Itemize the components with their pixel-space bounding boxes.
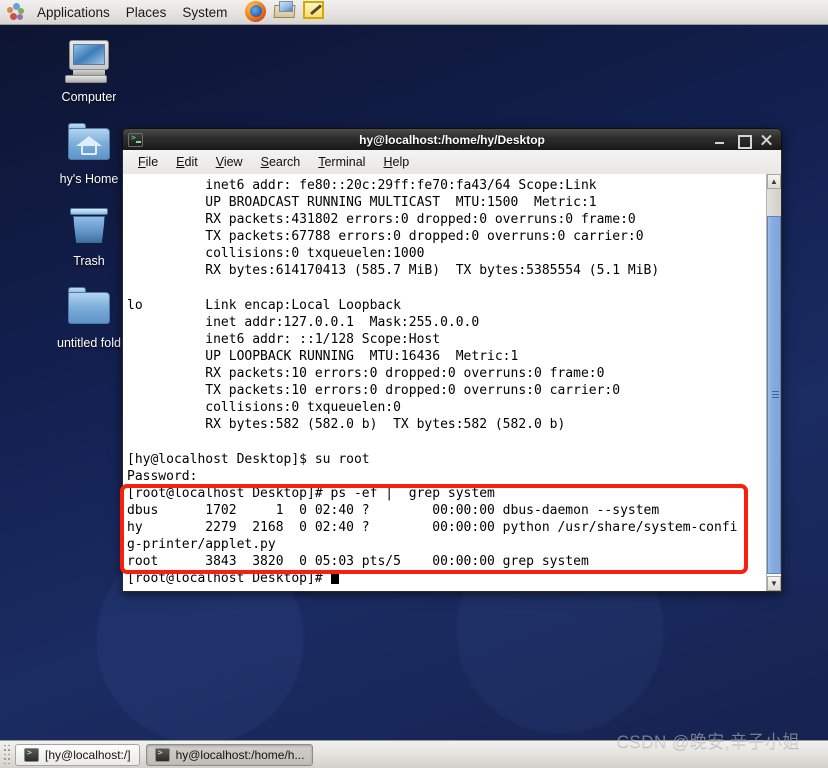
firefox-icon[interactable] — [245, 1, 267, 23]
home-folder-icon — [63, 122, 115, 168]
terminal-output[interactable]: inet6 addr: fe80::20c:29ff:fe70:fa43/64 … — [123, 174, 766, 591]
menu-places[interactable]: Places — [119, 3, 174, 22]
menu-file[interactable]: File — [129, 153, 167, 171]
terminal-titlebar[interactable]: hy@localhost:/home/hy/Desktop — [122, 128, 782, 150]
taskbar-item-label: hy@localhost:/home/h... — [175, 747, 305, 762]
menu-help[interactable]: Help — [374, 153, 418, 171]
terminal-scrollback: inet6 addr: fe80::20c:29ff:fe70:fa43/64 … — [127, 178, 738, 570]
terminal-prompt: [root@localhost Desktop]# — [127, 571, 331, 587]
taskbar-item-label: [hy@localhost:/] — [45, 747, 131, 762]
desktop-icon-label: Computer — [61, 90, 117, 104]
mail-icon[interactable] — [273, 1, 296, 23]
panel-grip[interactable] — [3, 744, 12, 765]
terminal-scrollbar[interactable]: ▲ ▼ — [766, 174, 781, 591]
terminal-window: hy@localhost:/home/hy/Desktop File Edit … — [122, 128, 782, 592]
terminal-menubar: File Edit View Search Terminal Help — [122, 150, 782, 174]
menu-system[interactable]: System — [175, 3, 234, 22]
minimize-button[interactable] — [714, 134, 726, 146]
bottom-panel: [hy@localhost:/] hy@localhost:/home/h...… — [0, 732, 828, 768]
terminal-icon — [154, 747, 170, 762]
scrollbar-grip — [772, 391, 779, 399]
menu-search[interactable]: Search — [252, 153, 310, 171]
window-controls — [714, 134, 781, 149]
menu-terminal[interactable]: Terminal — [309, 153, 374, 171]
trash-icon — [63, 204, 115, 250]
terminal-icon — [24, 747, 39, 762]
taskbar-item-1[interactable]: hy@localhost:/home/h... — [145, 743, 314, 766]
terminal-cursor — [330, 571, 339, 585]
gnome-foot-icon[interactable] — [6, 2, 26, 22]
top-panel: Applications Places System — [0, 0, 828, 25]
taskbar-item-0[interactable]: [hy@localhost:/] — [15, 743, 140, 766]
desktop-icon-label: untitled fold — [57, 336, 121, 350]
scroll-up-glyph: ▲ — [770, 176, 778, 186]
menu-view[interactable]: View — [207, 153, 252, 171]
scroll-down-arrow-icon[interactable]: ▼ — [767, 576, 781, 591]
desktop-icon-label: hy's Home — [59, 172, 119, 186]
panel-launchers — [245, 1, 325, 23]
scroll-up-arrow-icon[interactable]: ▲ — [767, 174, 781, 189]
desktop-icon-label: Trash — [73, 254, 105, 268]
watermark: CSDN @晚安,辛子小姐 — [616, 732, 800, 751]
maximize-button[interactable] — [737, 134, 752, 149]
text-editor-icon[interactable] — [303, 1, 325, 23]
computer-icon — [63, 40, 115, 86]
scrollbar-upper-track — [767, 189, 781, 216]
close-button[interactable] — [760, 134, 772, 146]
terminal-title: hy@localhost:/home/hy/Desktop — [359, 132, 545, 147]
folder-icon — [63, 286, 115, 332]
desktop-icon-computer[interactable]: Computer — [41, 40, 137, 104]
scroll-down-glyph: ▼ — [770, 578, 778, 588]
scrollbar-track[interactable] — [767, 189, 781, 576]
scrollbar-thumb[interactable] — [767, 216, 781, 574]
terminal-body[interactable]: inet6 addr: fe80::20c:29ff:fe70:fa43/64 … — [122, 174, 782, 592]
terminal-icon — [128, 132, 143, 147]
menu-edit[interactable]: Edit — [167, 153, 207, 171]
menu-applications[interactable]: Applications — [30, 3, 117, 22]
